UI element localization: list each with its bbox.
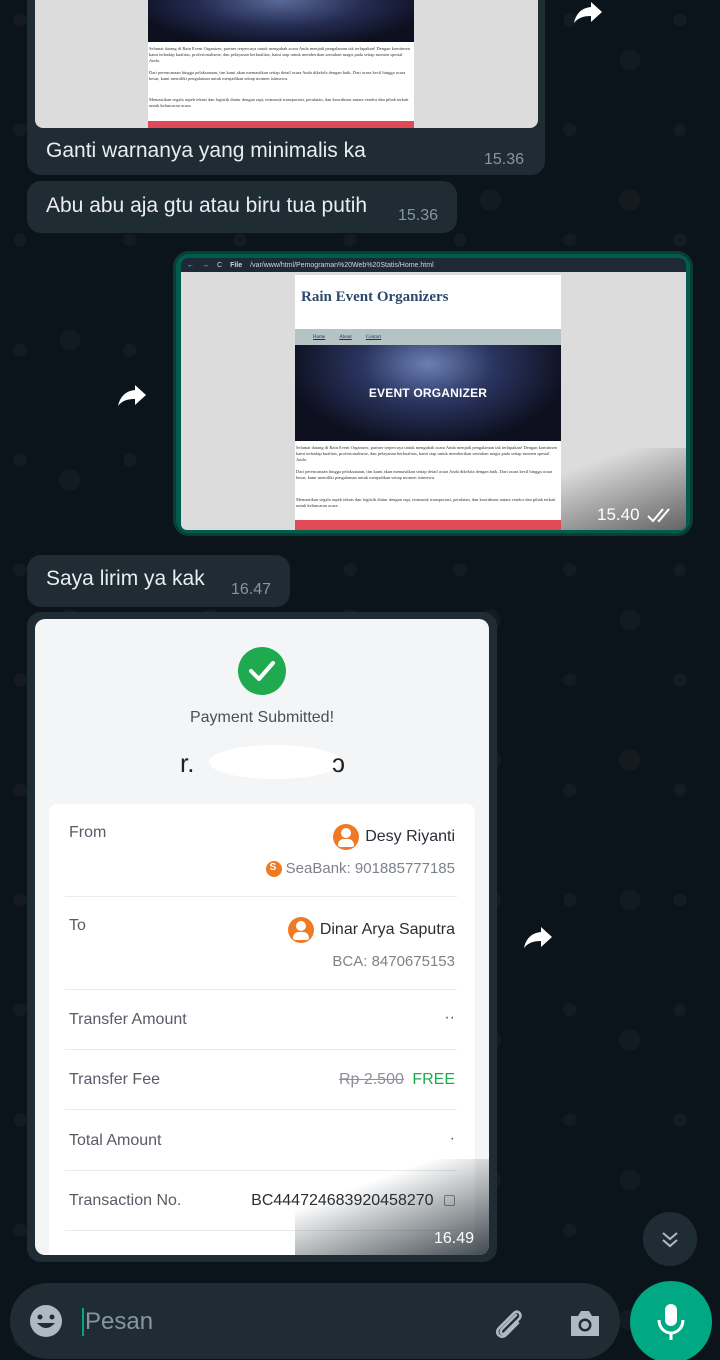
from-label: From: [69, 824, 107, 841]
website-title: Rain Event Organizers: [301, 289, 449, 305]
divider: [65, 1109, 457, 1110]
message-time: 16.47: [231, 581, 272, 598]
footer-bar: [148, 121, 414, 128]
input-placeholder: Pesan: [85, 1308, 154, 1335]
website-paragraph: Dari perencanaan hingga pelaksanaan, tim…: [149, 70, 406, 81]
transfer-amount-label: Transfer Amount: [69, 1011, 187, 1028]
forward-nav-icon: →: [202, 261, 209, 269]
success-check-icon: [238, 647, 286, 695]
hero-text: EVENT ORGANIZER: [368, 386, 488, 400]
website-paragraph: Selamat datang di Rain Event Organizer, …: [149, 46, 410, 63]
transfer-fee-value: Rp 2.500 FREE: [338, 1071, 455, 1088]
scroll-to-bottom-button[interactable]: [643, 1212, 697, 1266]
svg-text:r.: r.: [180, 748, 194, 778]
forward-icon[interactable]: [516, 915, 560, 959]
read-receipt-icon: [646, 505, 676, 530]
transaction-no-label: Transaction No.: [69, 1192, 182, 1209]
message-time: 15.36: [484, 151, 525, 168]
browser-file-label: File: [230, 261, 243, 269]
website-paragraph: Memastikan segala aspek teknis dan logis…: [149, 97, 409, 108]
message-composer: Pesan: [10, 1283, 620, 1359]
divider: [65, 896, 457, 897]
website-nav: Home About Contact: [295, 329, 561, 345]
forward-icon[interactable]: [566, 0, 610, 34]
from-bank: SeaBank: 901885777185: [265, 860, 455, 878]
website-paragraph: Memastikan segala aspek teknis dan logis…: [296, 497, 556, 508]
message-time: 15.36: [398, 207, 439, 224]
reload-icon: C: [217, 261, 223, 269]
website-page: Rain Event Organizers Home About Contact…: [295, 275, 561, 530]
emoji-icon[interactable]: [28, 1303, 64, 1339]
text-cursor: [82, 1308, 84, 1336]
hero-image: [148, 0, 414, 42]
voice-message-button[interactable]: [630, 1281, 712, 1360]
back-icon: ←: [187, 261, 194, 269]
from-name: Desy Riyanti: [333, 824, 455, 850]
message-time: 15.40: [597, 505, 640, 524]
to-name: Dinar Arya Saputra: [287, 917, 455, 943]
nav-link-contact: Contact: [365, 334, 382, 340]
browser-toolbar: ← → C File /var/www/html/Pemograman%20We…: [181, 258, 686, 272]
to-bank: BCA: 8470675153: [332, 953, 455, 970]
payment-status: Payment Submitted!: [189, 709, 335, 726]
camera-icon[interactable]: [565, 1303, 605, 1343]
redacted-amount: r. ɔ: [180, 744, 350, 780]
total-amount-label: Total Amount: [69, 1132, 162, 1149]
message-text: Abu abu aja gtu atau biru tua putih: [46, 194, 368, 217]
footer-bar: [295, 520, 561, 530]
message-text: Ganti warnanya yang minimalis ka: [46, 139, 366, 162]
website-paragraph: Dari perencanaan hingga pelaksanaan, tim…: [296, 469, 553, 480]
message-input[interactable]: Pesan: [82, 1305, 462, 1339]
attachment-icon[interactable]: [488, 1303, 528, 1343]
to-label: To: [69, 917, 86, 934]
nav-link-about: About: [339, 334, 352, 340]
website-screenshot-image[interactable]: ← → C File /var/www/html/Pemograman%20We…: [181, 258, 686, 530]
website-screenshot-image[interactable]: Selamat datang di Rain Event Organizer, …: [35, 0, 538, 128]
message-text: Saya lirim ya kak: [46, 567, 205, 590]
forward-icon[interactable]: [110, 373, 154, 417]
message-time: 16.49: [434, 1230, 475, 1247]
avatar: [333, 824, 360, 850]
divider: [65, 989, 457, 990]
transfer-fee-label: Transfer Fee: [69, 1071, 160, 1088]
divider: [65, 1049, 457, 1050]
hero-banner: EVENT ORGANIZER: [295, 345, 561, 441]
nav-link-home: Home: [313, 334, 326, 340]
avatar: [287, 917, 314, 943]
total-amount-redacted: ·: [449, 1130, 455, 1147]
website-page: Selamat datang di Rain Event Organizer, …: [148, 0, 414, 128]
chevron-down-icon: [662, 1232, 678, 1248]
svg-text:ɔ: ɔ: [332, 748, 345, 778]
browser-url: /var/www/html/Pemograman%20Web%20Statis/…: [250, 261, 434, 269]
payment-receipt-image[interactable]: Payment Submitted! r. ɔ From Desy Riyant…: [35, 619, 489, 1255]
website-paragraph: Selamat datang di Rain Event Organizer, …: [296, 445, 557, 462]
transfer-amount-redacted: ··: [444, 1009, 455, 1026]
microphone-icon: [657, 1304, 685, 1340]
seabank-icon: [265, 861, 282, 878]
